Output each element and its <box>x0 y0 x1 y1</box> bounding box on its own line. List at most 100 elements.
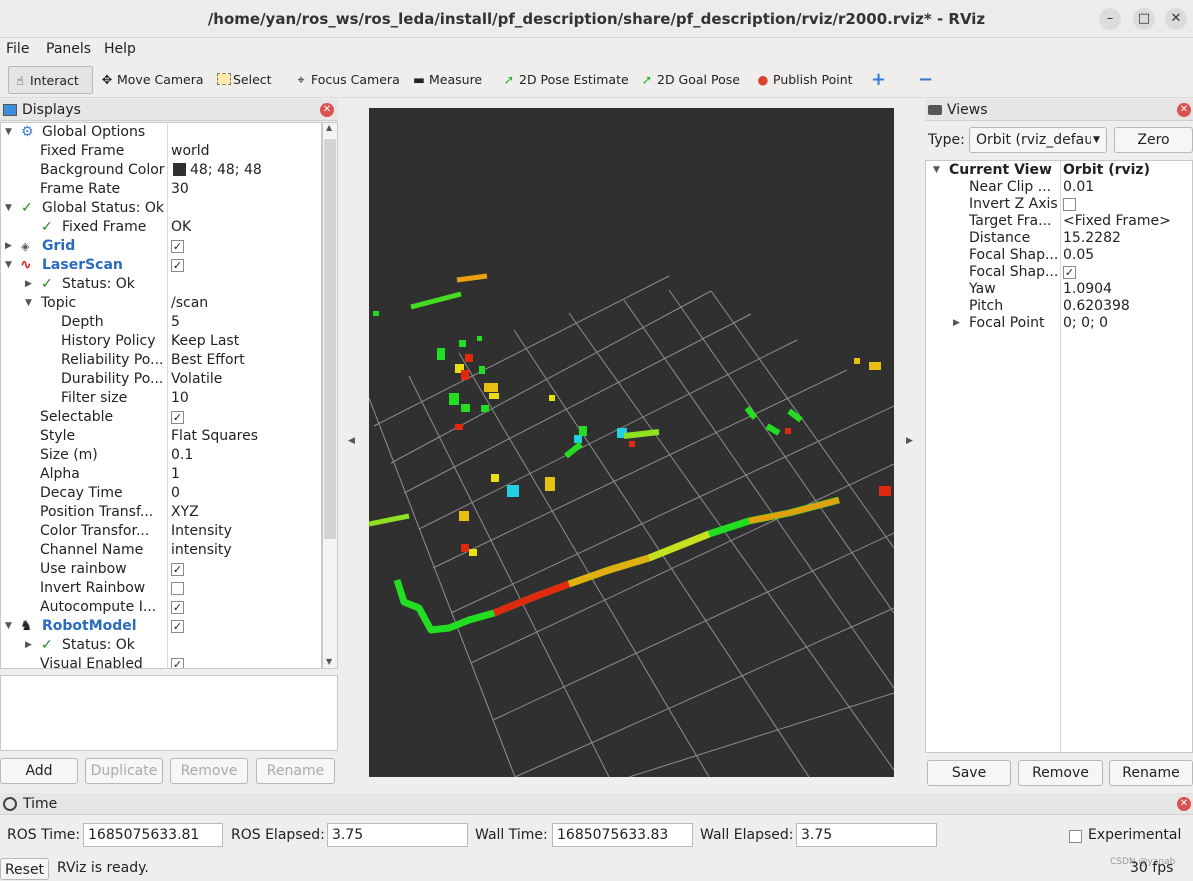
tree-row-size[interactable]: Size (m) 0.1 <box>1 446 321 465</box>
view-value[interactable]: 0.05 <box>1063 247 1094 264</box>
tree-value[interactable]: Intensity <box>171 522 232 541</box>
tree-value[interactable]: 0 <box>171 484 180 503</box>
tree-row-channel-name[interactable]: Channel Name intensity <box>1 541 321 560</box>
use-rainbow-checkbox[interactable]: ✓ <box>171 562 184 576</box>
focus-camera-tool-button[interactable]: ⌖ Focus Camera <box>290 66 405 94</box>
zero-button[interactable]: Zero <box>1114 127 1193 153</box>
maximize-button[interactable]: □ <box>1133 8 1155 30</box>
chevron-right-icon[interactable]: ▶ <box>953 315 960 332</box>
menu-file[interactable]: File <box>6 41 29 57</box>
chevron-right-icon[interactable]: ▶ <box>5 237 15 256</box>
tree-row-grid[interactable]: ▶ ◈ Grid ✓ <box>1 237 321 256</box>
tree-row-invert-rainbow[interactable]: Invert Rainbow <box>1 579 321 598</box>
view-row-focal-shape-fixed[interactable]: Focal Shap... ✓ <box>926 264 1193 281</box>
tree-value[interactable]: XYZ <box>171 503 199 522</box>
displays-scrollbar[interactable]: ▲ ▼ <box>322 122 338 669</box>
invert-rainbow-checkbox[interactable] <box>171 581 184 595</box>
tree-value[interactable]: 5 <box>171 313 180 332</box>
laserscan-enabled-checkbox[interactable]: ✓ <box>171 258 184 272</box>
wall-time-field[interactable]: 1685075633.83 <box>552 823 693 847</box>
tree-row-fixed-frame[interactable]: Fixed Frame world <box>1 142 321 161</box>
rename-display-button[interactable]: Rename <box>256 758 335 784</box>
tree-row-laserscan[interactable]: ▼ ∿ LaserScan ✓ <box>1 256 321 275</box>
chevron-right-icon[interactable]: ▶ <box>25 275 35 294</box>
save-view-button[interactable]: Save <box>927 760 1011 786</box>
tree-row-robotmodel[interactable]: ▼ ♞ RobotModel ✓ <box>1 617 321 636</box>
tree-value[interactable]: 10 <box>171 389 189 408</box>
view-value[interactable]: 1.0904 <box>1063 281 1112 298</box>
view-row-pitch[interactable]: Pitch 0.620398 <box>926 298 1193 315</box>
tree-row-fixed-frame-status[interactable]: ✓ Fixed Frame OK <box>1 218 321 237</box>
tree-row-durability-policy[interactable]: Durability Po... Volatile <box>1 370 321 389</box>
tree-row-history-policy[interactable]: History Policy Keep Last <box>1 332 321 351</box>
remove-view-button[interactable]: Remove <box>1018 760 1103 786</box>
add-display-button[interactable]: Add <box>0 758 78 784</box>
remove-display-button[interactable]: Remove <box>170 758 248 784</box>
wall-elapsed-field[interactable]: 3.75 <box>796 823 937 847</box>
close-icon[interactable]: ✕ <box>320 103 334 117</box>
tree-value[interactable]: 30 <box>171 180 189 199</box>
chevron-down-icon[interactable]: ▼ <box>5 123 15 142</box>
tree-row-use-rainbow[interactable]: Use rainbow ✓ <box>1 560 321 579</box>
collapse-right-icon[interactable]: ▶ <box>906 436 913 446</box>
selectable-checkbox[interactable]: ✓ <box>171 410 184 424</box>
tree-value[interactable]: Flat Squares <box>171 427 258 446</box>
tree-row-topic[interactable]: ▼ Topic /scan <box>1 294 321 313</box>
views-tree[interactable]: ▼ Current View Orbit (rviz) Near Clip ..… <box>925 160 1193 754</box>
view-value[interactable]: 0.01 <box>1063 179 1094 196</box>
tree-row-position-transformer[interactable]: Position Transf... XYZ <box>1 503 321 522</box>
chevron-down-icon[interactable]: ▼ <box>25 294 35 313</box>
robotmodel-enabled-checkbox[interactable]: ✓ <box>171 619 184 633</box>
view-value[interactable]: 0.620398 <box>1063 298 1130 315</box>
tree-row-laserscan-status[interactable]: ▶ ✓ Status: Ok <box>1 275 321 294</box>
ros-elapsed-field[interactable]: 3.75 <box>327 823 468 847</box>
displays-tree[interactable]: ▼ ⚙ Global Options Fixed Frame world Bac… <box>0 122 322 669</box>
tree-value[interactable]: 0.1 <box>171 446 193 465</box>
tree-value[interactable]: 1 <box>171 465 180 484</box>
chevron-down-icon[interactable]: ▼ <box>5 199 15 218</box>
chevron-down-icon[interactable]: ▼ <box>5 617 15 636</box>
interact-tool-button[interactable]: ☝ Interact <box>8 66 93 94</box>
tree-row-decay-time[interactable]: Decay Time 0 <box>1 484 321 503</box>
tree-row-global-options[interactable]: ▼ ⚙ Global Options <box>1 123 321 142</box>
tree-row-color-transformer[interactable]: Color Transfor... Intensity <box>1 522 321 541</box>
view-row-distance[interactable]: Distance 15.2282 <box>926 230 1193 247</box>
goal-pose-tool-button[interactable]: ➚ 2D Goal Pose <box>636 66 745 94</box>
column-separator[interactable] <box>167 122 168 669</box>
pose-estimate-tool-button[interactable]: ➚ 2D Pose Estimate <box>498 66 634 94</box>
experimental-checkbox[interactable] <box>1069 829 1082 843</box>
tree-row-frame-rate[interactable]: Frame Rate 30 <box>1 180 321 199</box>
select-tool-button[interactable]: Select <box>214 66 277 94</box>
chevron-down-icon[interactable]: ▼ <box>5 256 15 275</box>
menu-help[interactable]: Help <box>104 41 136 57</box>
view-value[interactable]: 15.2282 <box>1063 230 1121 247</box>
chevron-down-icon[interactable]: ▼ <box>933 162 940 179</box>
minimize-button[interactable]: – <box>1099 8 1121 30</box>
view-row-yaw[interactable]: Yaw 1.0904 <box>926 281 1193 298</box>
move-camera-tool-button[interactable]: ✥ Move Camera <box>96 66 209 94</box>
visual-enabled-checkbox[interactable]: ✓ <box>171 657 184 668</box>
render-viewport[interactable] <box>368 108 895 778</box>
close-icon[interactable]: ✕ <box>1177 103 1191 117</box>
invert-z-checkbox[interactable] <box>1063 197 1076 211</box>
experimental-checkbox-wrap[interactable] <box>1069 828 1082 844</box>
scrollbar-thumb[interactable] <box>324 139 336 539</box>
tree-value[interactable]: Best Effort <box>171 351 245 370</box>
tree-value[interactable]: 48; 48; 48 <box>171 161 262 180</box>
focal-shape-checkbox[interactable]: ✓ <box>1063 265 1076 279</box>
chevron-right-icon[interactable]: ▶ <box>25 636 35 655</box>
view-row-focal-shape-size[interactable]: Focal Shap... 0.05 <box>926 247 1193 264</box>
tree-row-reliability-policy[interactable]: Reliability Po... Best Effort <box>1 351 321 370</box>
grid-enabled-checkbox[interactable]: ✓ <box>171 239 184 253</box>
view-value[interactable]: <Fixed Frame> <box>1063 213 1171 230</box>
tree-row-alpha[interactable]: Alpha 1 <box>1 465 321 484</box>
tree-row-visual-enabled[interactable]: Visual Enabled ✓ <box>1 655 321 668</box>
tree-value[interactable]: world <box>171 142 210 161</box>
view-value[interactable]: 0; 0; 0 <box>1063 315 1108 332</box>
publish-point-tool-button[interactable]: ● Publish Point <box>752 66 858 94</box>
tree-row-selectable[interactable]: Selectable ✓ <box>1 408 321 427</box>
tree-row-autocompute-intensity[interactable]: Autocompute I... ✓ <box>1 598 321 617</box>
view-row-target-frame[interactable]: Target Fra... <Fixed Frame> <box>926 213 1193 230</box>
scroll-down-icon[interactable]: ▼ <box>326 657 332 666</box>
view-row-current-view[interactable]: ▼ Current View Orbit (rviz) <box>926 162 1193 179</box>
